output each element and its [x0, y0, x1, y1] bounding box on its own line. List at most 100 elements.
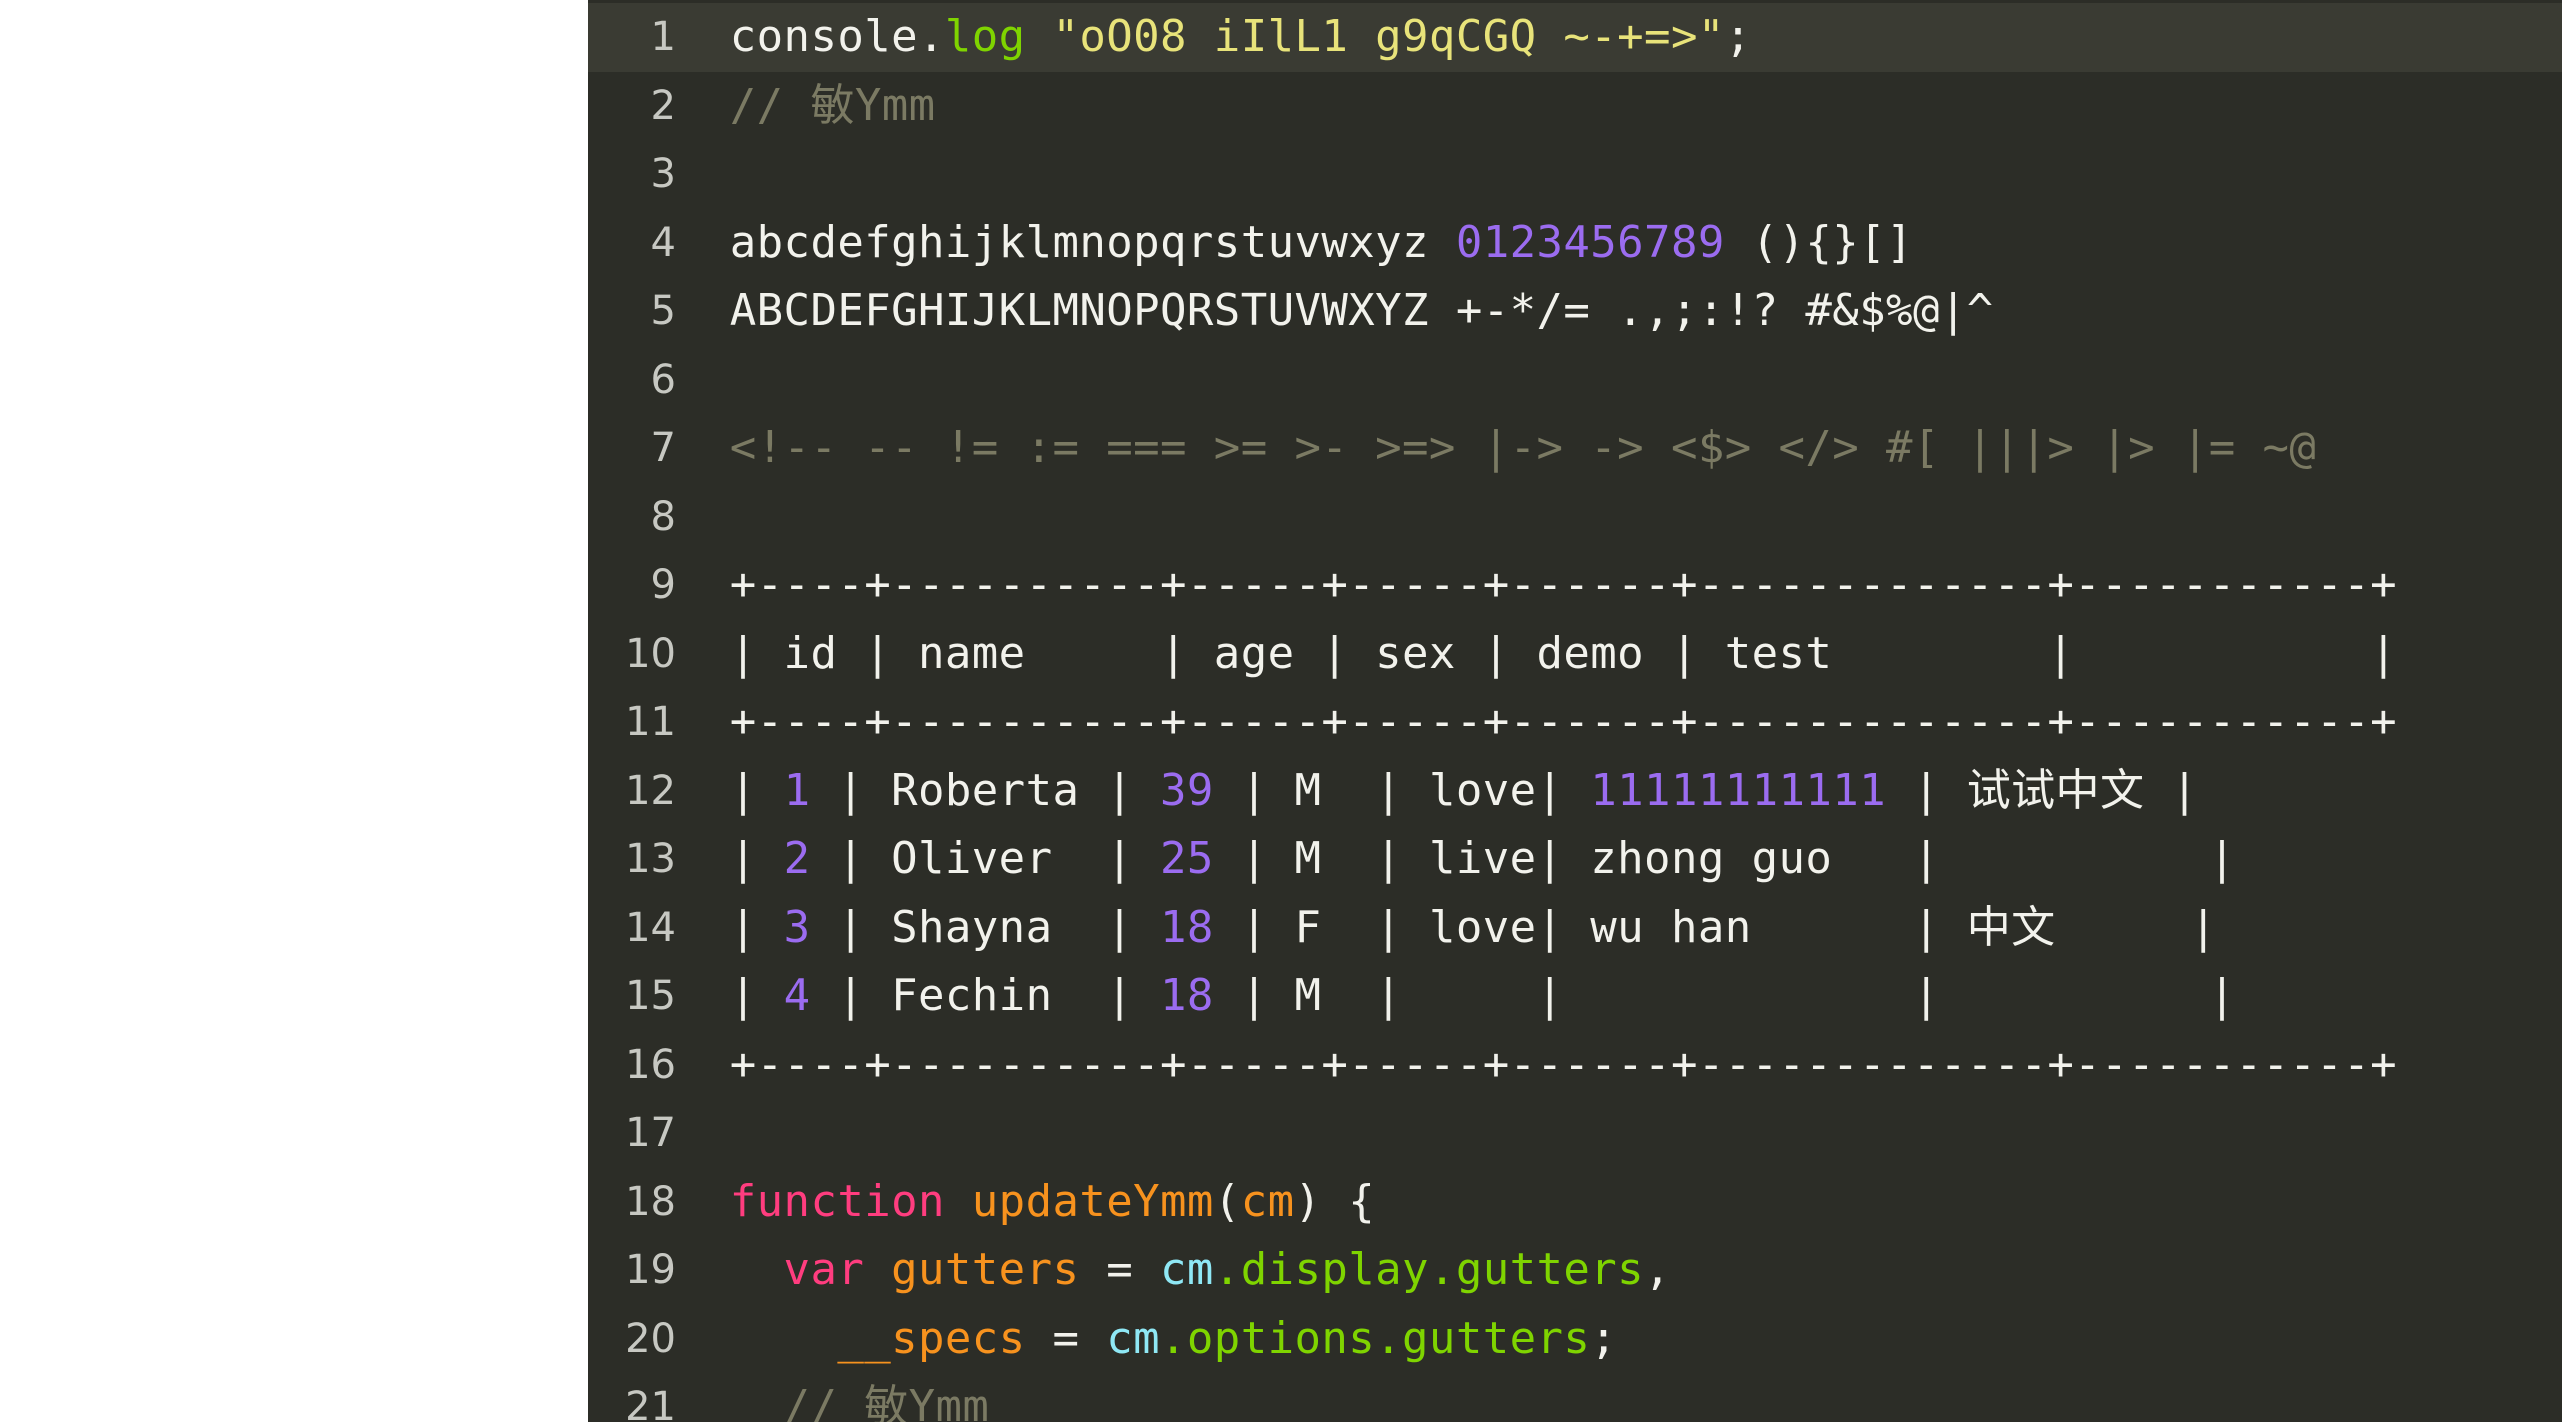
line-number[interactable]: 13	[588, 825, 676, 894]
table-cell-divider: |	[676, 901, 784, 953]
line-number[interactable]: 19	[588, 1236, 676, 1305]
line-number[interactable]: 18	[588, 1168, 676, 1237]
line-number[interactable]: 16	[588, 1031, 676, 1100]
table-cell-divider: |	[2208, 970, 2236, 1021]
line-number[interactable]: 11	[588, 688, 676, 757]
table-cell-extra	[1967, 833, 2209, 884]
line-number[interactable]: 20	[588, 1305, 676, 1374]
table-cell-age: 18	[1160, 970, 1241, 1021]
token-function-keyword: function	[676, 1175, 972, 1227]
line-number[interactable]: 21	[588, 1373, 676, 1422]
table-cell-extra	[1967, 970, 2209, 1021]
code-line[interactable]: 1 console.log "oO08 iIlL1 g9qCGQ ~-+=>";	[588, 3, 2562, 72]
table-cell-sex: M	[1294, 764, 1376, 816]
table-cell-divider: |	[676, 764, 784, 816]
table-data-row: | 4 | Fechin | 18 | M | | | |	[676, 962, 2562, 1031]
line-number[interactable]: 2	[588, 72, 676, 141]
line-number[interactable]: 4	[588, 209, 676, 278]
code-line[interactable]: 2 // 敏Ymm	[588, 72, 2562, 141]
code-line[interactable]: 10 | id | name | age | sex | demo | test…	[588, 620, 2562, 689]
table-cell-test: 11111111111	[1590, 764, 1887, 816]
table-cell-name: Shayna	[891, 901, 1107, 953]
table-data-row: | 1 | Roberta | 39 | M | love| 111111111…	[676, 757, 2562, 826]
line-number[interactable]: 10	[588, 620, 676, 689]
code-line[interactable]: 13 | 2 | Oliver | 25 | M | live| zhong g…	[588, 825, 2562, 894]
code-line[interactable]: 7 <!-- -- != := === >= >- >=> |-> -> <$>…	[588, 414, 2562, 483]
code-line[interactable]: 19 var gutters = cm.display.gutters,	[588, 1236, 2562, 1305]
code-editor[interactable]: 1 console.log "oO08 iIlL1 g9qCGQ ~-+=>";…	[588, 0, 2562, 1422]
code-line[interactable]: 5 ABCDEFGHIJKLMNOPQRSTUVWXYZ +-*/= .,;:!…	[588, 277, 2562, 346]
token-paren-close: )	[1294, 1175, 1322, 1227]
table-cell-id: 4	[783, 970, 838, 1021]
line-content: abcdefghijklmnopqrstuvwxyz 0123456789 ()…	[676, 209, 2562, 278]
table-cell-id: 2	[783, 833, 838, 884]
table-data-row: | 2 | Oliver | 25 | M | live| zhong guo …	[676, 825, 2562, 894]
table-cell-divider: |	[1240, 970, 1295, 1021]
table-cell-sex: M	[1294, 970, 1376, 1021]
table-rows: 12 | 1 | Roberta | 39 | M | love| 111111…	[588, 757, 2562, 1031]
table-cell-test: wu han	[1590, 901, 1887, 953]
token-comma: ,	[1644, 1244, 1671, 1295]
line-number[interactable]: 7	[588, 414, 676, 483]
code-line[interactable]: 18 function updateYmm(cm) {	[588, 1168, 2562, 1237]
line-number[interactable]: 15	[588, 962, 676, 1031]
table-cell-divider: |	[837, 764, 892, 816]
table-cell-divider: |	[676, 833, 784, 884]
line-number[interactable]: 8	[588, 483, 676, 552]
table-cell-divider: |	[837, 901, 892, 953]
code-line[interactable]: 11 +----+----------+-----+-----+------+-…	[588, 688, 2562, 757]
table-cell-divider: |	[1375, 901, 1429, 953]
code-line[interactable]: 21 // 敏Ymm	[588, 1373, 2562, 1422]
line-number[interactable]: 3	[588, 140, 676, 209]
line-number[interactable]: 12	[588, 757, 676, 826]
line-content-comment: // 敏Ymm	[676, 79, 936, 131]
table-cell-divider: |	[676, 970, 784, 1021]
token-object: cm	[1160, 1244, 1214, 1295]
line-number[interactable]: 6	[588, 346, 676, 415]
table-rule: +----+----------+-----+-----+------+----…	[676, 696, 2397, 747]
code-line[interactable]: 9 +----+----------+-----+-----+------+--…	[588, 551, 2562, 620]
line-number[interactable]: 17	[588, 1099, 676, 1168]
token-property-chain: .display.gutters	[1213, 1244, 1645, 1295]
table-cell-test	[1590, 970, 1886, 1021]
token-log: log	[944, 11, 1026, 62]
code-line[interactable]: 4 abcdefghijklmnopqrstuvwxyz 0123456789 …	[588, 209, 2562, 278]
table-cell-divider: |	[1240, 764, 1295, 816]
token-string: "oO08 iIlL1 g9qCGQ ~-+=>"	[1052, 11, 1725, 62]
left-blank-area	[0, 0, 588, 1422]
token-object: cm	[1106, 1312, 1161, 1364]
table-cell-divider: |	[2171, 764, 2199, 816]
line-number[interactable]: 9	[588, 551, 676, 620]
code-lines: 1 console.log "oO08 iIlL1 g9qCGQ ~-+=>";…	[588, 0, 2562, 1422]
line-number[interactable]: 14	[588, 894, 676, 963]
code-line[interactable]: 15 | 4 | Fechin | 18 | M | | | |	[588, 962, 2562, 1031]
token-param: cm	[1240, 1175, 1295, 1227]
code-line[interactable]: 12 | 1 | Roberta | 39 | M | love| 111111…	[588, 757, 2562, 826]
table-cell-divider: |	[837, 833, 892, 884]
table-cell-sex: M	[1294, 833, 1376, 884]
code-line[interactable]: 8	[588, 483, 2562, 552]
table-cell-sex: F	[1294, 901, 1376, 953]
table-cell-divider: |	[1536, 901, 1591, 953]
table-cell-age: 25	[1160, 833, 1241, 884]
line-content: ABCDEFGHIJKLMNOPQRSTUVWXYZ +-*/= .,;:!? …	[676, 285, 1994, 336]
screenshot-root: 1 console.log "oO08 iIlL1 g9qCGQ ~-+=>";…	[0, 0, 2562, 1422]
code-line[interactable]: 20 __specs = cm.options.gutters;	[588, 1305, 2562, 1374]
table-rule: +----+----------+-----+-----+------+----…	[676, 1038, 2397, 1090]
table-cell-divider: |	[1886, 901, 1967, 953]
line-number[interactable]: 5	[588, 277, 676, 346]
table-cell-id: 3	[783, 901, 838, 953]
code-line[interactable]: 6	[588, 346, 2562, 415]
line-content: function updateYmm(cm) {	[676, 1168, 2562, 1237]
line-number[interactable]: 1	[588, 3, 676, 72]
code-line[interactable]: 16 +----+----------+-----+-----+------+-…	[588, 1031, 2562, 1100]
code-line[interactable]: 14 | 3 | Shayna | 18 | F | love| wu han …	[588, 894, 2562, 963]
token-property-chain: .options.gutters	[1160, 1312, 1591, 1364]
token-lowercase-alphabet: abcdefghijklmnopqrstuvwxyz	[676, 216, 1456, 268]
code-line[interactable]: 17	[588, 1099, 2562, 1168]
token-console: console	[729, 11, 919, 62]
code-line[interactable]: 3	[588, 140, 2562, 209]
table-cell-divider: |	[2190, 901, 2217, 953]
table-cell-divider: |	[1886, 833, 1967, 884]
